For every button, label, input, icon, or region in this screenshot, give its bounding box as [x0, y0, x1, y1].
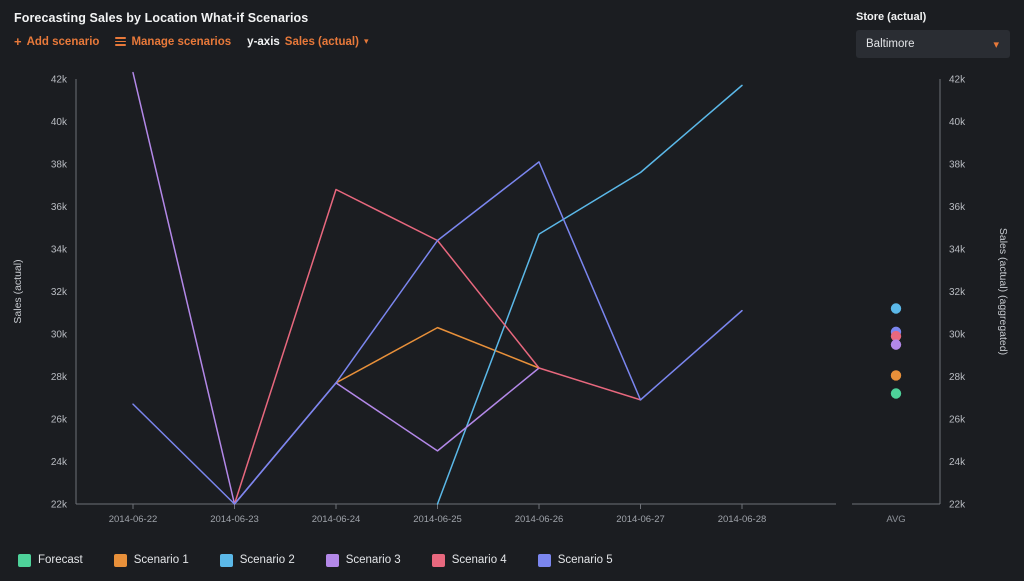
legend-item-label: Forecast [38, 554, 83, 566]
aggregate-axis-tick-label: 40k [949, 117, 966, 128]
manage-scenarios-button[interactable]: Manage scenarios [115, 36, 231, 48]
aggregate-axis-tick-label: 22k [949, 500, 966, 511]
legend-item-label: Scenario 5 [557, 554, 613, 566]
legend-item-scenario-4[interactable]: Scenario 4 [431, 553, 507, 567]
aggregate-panel [890, 303, 902, 399]
y-axis-tick-label: 26k [51, 415, 68, 426]
legend-swatch-icon [219, 553, 233, 567]
legend-swatch-icon [113, 553, 127, 567]
x-axis-tick-label: 2014-06-28 [718, 514, 767, 525]
aggregate-axis-tick-label: 24k [949, 457, 966, 468]
x-axis-tick-label: 2014-06-23 [210, 514, 259, 525]
aggregate-dot-forecast[interactable] [890, 388, 902, 399]
aggregate-axis-tick-label: 32k [949, 287, 966, 298]
store-select-value: Baltimore [866, 38, 915, 50]
line-chart-svg: 42k 40k 38k 36k 34k 32k 30k 28k 26k 24k 22k Sales (… [12, 71, 1009, 526]
y-axis-tick-label: 42k [51, 75, 68, 86]
x-axis-tick-label: 2014-06-24 [312, 514, 361, 525]
x-axis-tick-label: 2014-06-25 [413, 514, 462, 525]
add-scenario-button[interactable]: + Add scenario [14, 35, 99, 48]
legend-swatch-icon [325, 553, 339, 567]
legend-item-forecast[interactable]: Forecast [18, 553, 83, 567]
y-axis-tick-label: 36k [51, 202, 68, 213]
series-line-scenario-5 [132, 161, 743, 505]
store-selector-block: Store (actual) Baltimore ▾ [856, 11, 1010, 58]
chart-legend: Forecast Scenario 1 Scenario 2 Scenario 3 Sc… [0, 545, 1024, 575]
y-axis-tick-label: 24k [51, 457, 68, 468]
add-scenario-label: Add scenario [26, 35, 100, 48]
x-axis-tick-label: 2014-06-22 [109, 514, 158, 525]
aggregate-axis-tick-label: 30k [949, 330, 966, 341]
y-axis-title: Sales (actual) [12, 259, 24, 323]
toolbar: + Add scenario Manage scenarios y-axis S… [14, 35, 368, 48]
plus-icon: + [14, 34, 22, 49]
aggregate-axis-tick-label: 28k [949, 372, 966, 383]
series-line-scenario-2 [436, 84, 743, 505]
legend-item-label: Scenario 4 [451, 554, 507, 566]
aggregate-dot-scenario-3[interactable] [890, 339, 902, 350]
aggregate-axis-tick-label: 38k [949, 160, 966, 171]
legend-item-scenario-5[interactable]: Scenario 5 [537, 553, 613, 567]
y-axis-tick-label: 34k [51, 245, 68, 256]
y-axis-tick-label: 40k [51, 117, 68, 128]
y-axis-tick-label: 28k [51, 372, 68, 383]
chevron-down-icon: ▾ [363, 36, 369, 46]
manage-scenarios-label: Manage scenarios [131, 35, 232, 48]
y-axis-tick-label: 32k [51, 287, 68, 298]
store-selector-label: Store (actual) [856, 11, 927, 23]
sliders-icon [115, 37, 127, 46]
legend-item-label: Scenario 2 [239, 554, 295, 566]
y-axis-tick-label: 38k [51, 160, 68, 171]
legend-item-scenario-3[interactable]: Scenario 3 [325, 553, 401, 567]
legend-item-label: Scenario 1 [133, 554, 189, 566]
legend-item-scenario-1[interactable]: Scenario 1 [113, 553, 189, 567]
x-axis-tick-label: 2014-06-26 [515, 514, 564, 525]
legend-swatch-icon [18, 553, 31, 567]
chart-area: 42k 40k 38k 36k 34k 32k 30k 28k 26k 24k 22k Sales (… [0, 60, 1024, 540]
aggregate-category-label: AVG [886, 514, 905, 525]
chevron-down-icon: ▾ [993, 38, 999, 51]
y-axis-prefix-label: y-axis [247, 35, 280, 48]
y-axis-selector[interactable]: y-axis Sales (actual) ▾ [247, 36, 368, 48]
series-line-scenario-1 [335, 326, 540, 384]
aggregate-axis-title: Sales (actual) (aggregated) [997, 228, 1009, 355]
x-axis-tick-label: 2014-06-27 [616, 514, 665, 525]
aggregate-axis-tick-label: 26k [949, 415, 966, 426]
legend-swatch-icon [537, 553, 551, 567]
app-root: Forecasting Sales by Location What-if Sc… [0, 0, 1024, 581]
aggregate-axis-tick-label: 36k [949, 202, 966, 213]
legend-swatch-icon [431, 553, 445, 567]
aggregate-axis-tick-label: 34k [949, 245, 966, 256]
page-title: Forecasting Sales by Location What-if Sc… [14, 11, 309, 25]
aggregate-dot-scenario-2[interactable] [890, 303, 902, 314]
aggregate-dot-scenario-1[interactable] [890, 370, 902, 381]
store-select[interactable]: Baltimore ▾ [856, 30, 1010, 58]
y-axis-value-label: Sales (actual) [284, 35, 359, 48]
series-line-scenario-3 [132, 71, 540, 505]
y-axis-tick-label: 30k [51, 330, 68, 341]
y-axis-tick-label: 22k [51, 500, 68, 511]
series-line-scenario-4 [233, 188, 642, 505]
legend-item-label: Scenario 3 [345, 554, 401, 566]
aggregate-axis-tick-label: 42k [949, 75, 966, 86]
chart-series [132, 71, 743, 505]
chart-axes: 42k 40k 38k 36k 34k 32k 30k 28k 26k 24k 22k Sales (… [12, 75, 1009, 526]
legend-item-scenario-2[interactable]: Scenario 2 [219, 553, 295, 567]
